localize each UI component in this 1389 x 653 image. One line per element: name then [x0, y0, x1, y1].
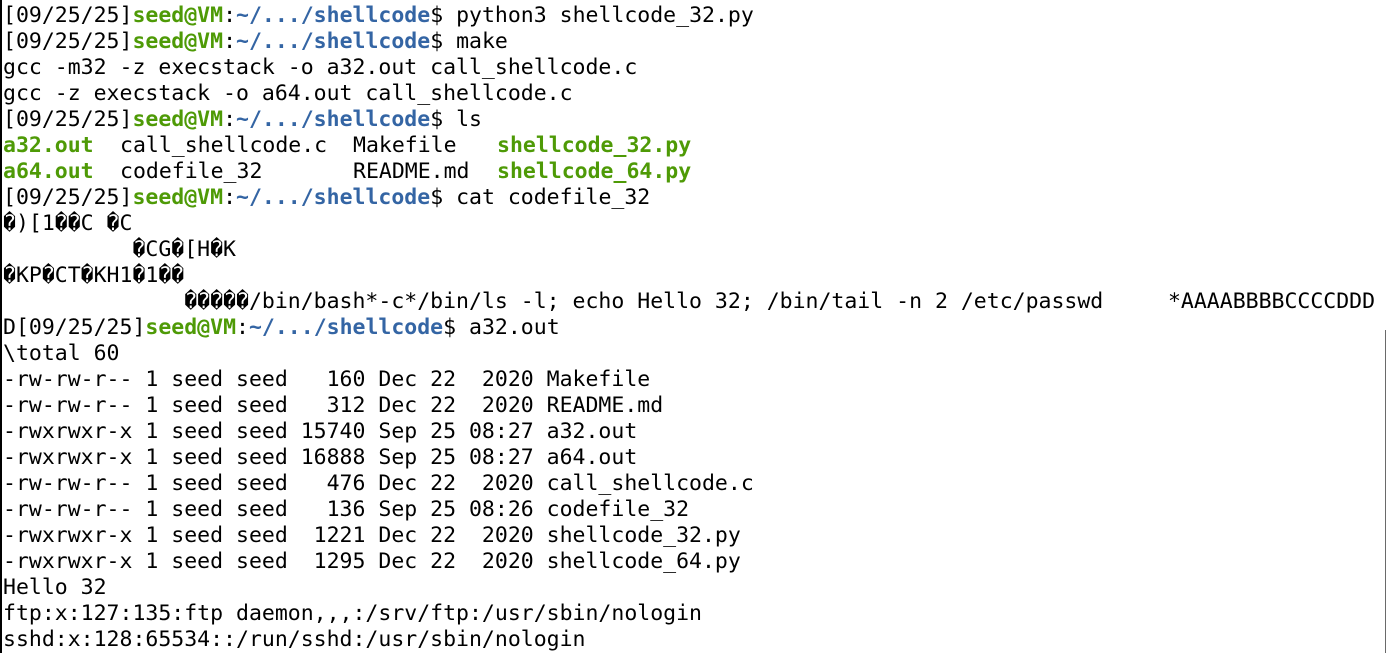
- prompt-user: seed@VM: [132, 107, 224, 132]
- prompt-colon: :: [223, 107, 237, 132]
- ls-entry: call_shellcode.c: [120, 133, 328, 158]
- prompt-dollar: $: [430, 3, 457, 28]
- terminal-window[interactable]: [09/25/25]seed@VM:~/.../shellcode$ pytho…: [0, 0, 1389, 653]
- output-line: -rw-rw-r-- 1 seed seed 136 Sep 25 08:26 …: [3, 497, 690, 522]
- prompt-line: D[09/25/25]seed@VM:~/.../shellcode$ a32.…: [3, 315, 1389, 341]
- ls-entry-executable: shellcode_32.py: [497, 133, 692, 158]
- prompt-colon: :: [236, 315, 249, 340]
- command-text: python3 shellcode_32.py: [456, 3, 754, 28]
- binary-output-line: �CG�[H�K: [3, 237, 236, 262]
- binary-output-line: �KP�CT�KH1�1��: [3, 263, 185, 288]
- output-line: -rwxrwxr-x 1 seed seed 1221 Dec 22 2020 …: [3, 523, 741, 548]
- prompt-date: [09/25/25]: [3, 107, 133, 132]
- prompt-path: ~/.../shellcode: [248, 315, 444, 340]
- prompt-date: [09/25/25]: [15, 315, 146, 340]
- prompt-path: ~/.../shellcode: [236, 3, 431, 28]
- output-line: sshd:x:128:65534::/run/sshd:/usr/sbin/no…: [3, 627, 586, 652]
- binary-output-line: �����/bin/bash*-c*/bin/ls -l; echo Hello…: [3, 289, 1376, 314]
- prompt-line: [09/25/25]seed@VM:~/.../shellcode$ make: [3, 29, 1389, 55]
- ls-entry-executable: a32.out: [3, 133, 94, 158]
- wrap-prefix: D: [3, 315, 16, 340]
- output-line: -rwxrwxr-x 1 seed seed 1295 Dec 22 2020 …: [3, 549, 741, 574]
- output-line: -rw-rw-r-- 1 seed seed 160 Dec 22 2020 M…: [3, 367, 651, 392]
- prompt-path: ~/.../shellcode: [236, 107, 431, 132]
- prompt-colon: :: [223, 3, 237, 28]
- prompt-date: [09/25/25]: [3, 3, 133, 28]
- output-line: ftp:x:127:135:ftp daemon,,,:/srv/ftp:/us…: [3, 601, 702, 626]
- command-text: cat codefile_32: [456, 185, 651, 210]
- prompt-user: seed@VM: [132, 29, 224, 54]
- prompt-dollar: $: [430, 185, 457, 210]
- ls-entry-executable: shellcode_64.py: [497, 159, 692, 184]
- ls-row: a64.out codefile_32 README.md shellcode_64.…: [3, 159, 1389, 185]
- output-line: -rwxrwxr-x 1 seed seed 16888 Sep 25 08:2…: [3, 445, 638, 470]
- prompt-user: seed@VM: [132, 3, 224, 28]
- prompt-user: seed@VM: [145, 315, 237, 340]
- prompt-line: [09/25/25]seed@VM:~/.../shellcode$ pytho…: [3, 3, 1389, 29]
- output-line: gcc -m32 -z execstack -o a32.out call_sh…: [3, 55, 638, 80]
- output-line: -rwxrwxr-x 1 seed seed 15740 Sep 25 08:2…: [3, 419, 638, 444]
- binary-output-line: �)[1��C �C: [3, 211, 133, 236]
- prompt-dollar: $: [430, 29, 457, 54]
- output-line: gcc -z execstack -o a64.out call_shellco…: [3, 81, 573, 106]
- output-line: Hello 32: [3, 575, 107, 600]
- ls-row: a32.out call_shellcode.c Makefile shellcode…: [3, 133, 1389, 159]
- prompt-colon: :: [223, 185, 237, 210]
- ls-entry: Makefile: [353, 133, 457, 158]
- output-line: \total 60: [3, 341, 120, 366]
- output-line: -rw-rw-r-- 1 seed seed 476 Dec 22 2020 c…: [3, 471, 754, 496]
- command-text: ls: [456, 107, 482, 132]
- command-text: a32.out: [469, 315, 560, 340]
- prompt-line: [09/25/25]seed@VM:~/.../shellcode$ ls: [3, 107, 1389, 133]
- prompt-path: ~/.../shellcode: [236, 185, 431, 210]
- prompt-date: [09/25/25]: [3, 29, 133, 54]
- prompt-user: seed@VM: [132, 185, 224, 210]
- ls-entry: README.md: [353, 159, 470, 184]
- prompt-colon: :: [223, 29, 237, 54]
- prompt-dollar: $: [443, 315, 470, 340]
- output-line: -rw-rw-r-- 1 seed seed 312 Dec 22 2020 R…: [3, 393, 664, 418]
- prompt-path: ~/.../shellcode: [236, 29, 431, 54]
- command-text: make: [456, 29, 508, 54]
- ls-entry-executable: a64.out: [3, 159, 94, 184]
- ls-entry: codefile_32: [120, 159, 263, 184]
- prompt-dollar: $: [430, 107, 457, 132]
- prompt-line: [09/25/25]seed@VM:~/.../shellcode$ cat c…: [3, 185, 1389, 211]
- prompt-date: [09/25/25]: [3, 185, 133, 210]
